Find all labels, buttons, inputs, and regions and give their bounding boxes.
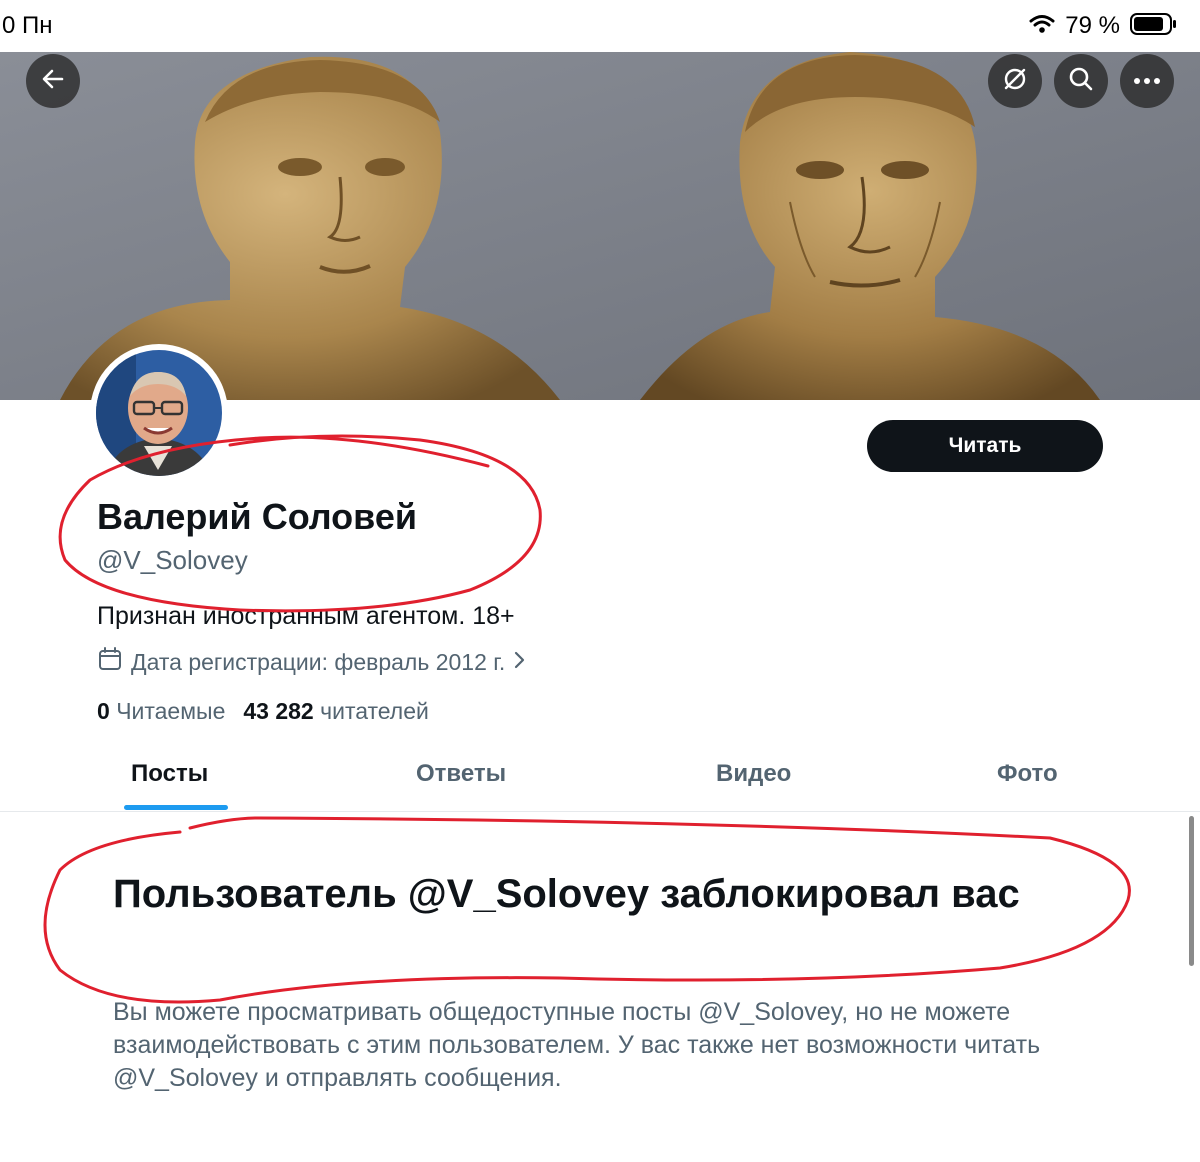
follow-button[interactable]: Читать <box>867 420 1103 472</box>
search-button[interactable] <box>1054 54 1108 108</box>
tab-video[interactable]: Видео <box>716 760 791 788</box>
join-date: Дата регистрации: февраль 2012 г. <box>131 648 506 675</box>
arrow-left-icon <box>40 66 66 97</box>
search-icon <box>1067 65 1095 98</box>
status-bar: 0 Пн 79 % <box>0 0 1200 52</box>
blocked-title: Пользователь @V_Solovey заблокировал вас <box>113 872 1020 916</box>
status-time: 0 Пн <box>2 12 53 39</box>
scrollbar[interactable] <box>1189 816 1194 966</box>
tab-posts[interactable]: Посты <box>131 760 208 788</box>
avatar[interactable] <box>90 344 228 482</box>
battery-icon <box>1130 12 1178 41</box>
more-button[interactable] <box>1120 54 1174 108</box>
chevron-right-icon <box>513 649 527 676</box>
following-label: Читаемые <box>116 698 226 724</box>
join-date-row[interactable]: Дата регистрации: февраль 2012 г. <box>97 646 527 678</box>
calendar-icon <box>97 646 123 678</box>
profile-tabs: Посты Ответы Видео Фото <box>0 740 1200 812</box>
battery-percent: 79 % <box>1065 12 1120 39</box>
blocked-description: Вы можете просматривать общедоступные по… <box>113 998 1041 1092</box>
following-count: 0 <box>97 698 110 724</box>
status-right: 79 % <box>1029 10 1178 42</box>
display-name: Валерий Соловей <box>97 496 417 537</box>
tab-replies[interactable]: Ответы <box>416 760 506 788</box>
tab-photo[interactable]: Фото <box>997 760 1058 788</box>
followers-label: читателей <box>320 698 429 724</box>
profile-bio: Признан иностранным агентом. 18+ <box>97 602 515 630</box>
followers-count: 43 282 <box>243 698 314 724</box>
wifi-icon <box>1029 14 1055 39</box>
user-handle: @V_Solovey <box>97 545 248 575</box>
back-button[interactable] <box>26 54 80 108</box>
followers-link[interactable]: 43 282 читателей <box>243 698 429 725</box>
more-horizontal-icon <box>1133 72 1161 90</box>
grok-slash-icon <box>1001 65 1029 98</box>
grok-button[interactable] <box>988 54 1042 108</box>
following-link[interactable]: 0 Читаемые <box>97 698 225 725</box>
follow-stats: 0 Читаемые 43 282 читателей <box>97 698 429 725</box>
active-tab-indicator <box>124 805 228 810</box>
